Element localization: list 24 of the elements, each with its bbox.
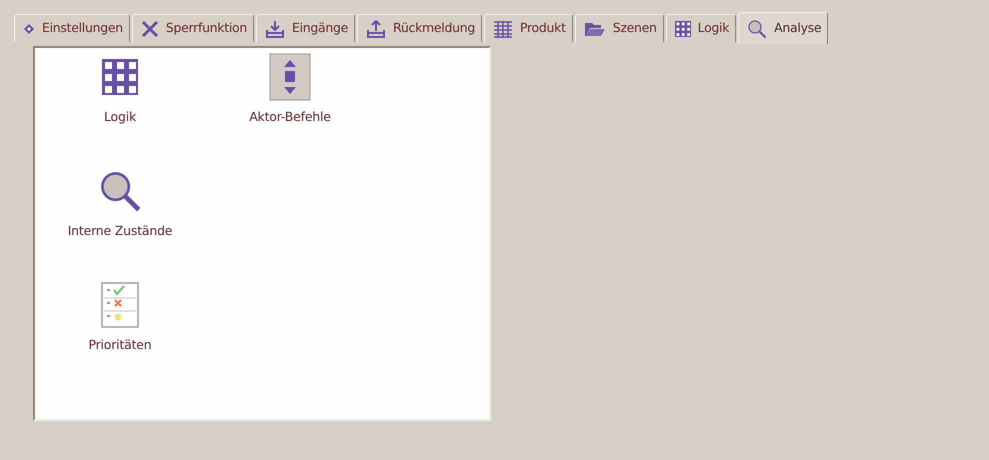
grid-icon [674, 20, 691, 36]
tab[interactable]: Eingänge [256, 14, 356, 42]
item-label[interactable]: Logik [104, 108, 136, 127]
item-label[interactable]: Prioritäten [88, 336, 152, 355]
tab[interactable]: Rückmeldung [357, 14, 482, 42]
folder-icon [584, 20, 606, 36]
mesh-icon [492, 20, 513, 38]
tab[interactable]: Einstellungen [14, 14, 130, 42]
cross-icon [140, 20, 159, 38]
item-label[interactable]: Aktor-Befehle [249, 108, 331, 127]
diamond-icon [23, 22, 35, 34]
tab[interactable]: Sperrfunktion [132, 14, 254, 42]
tray-up-icon [366, 20, 386, 38]
item-label[interactable]: Interne Zustände [68, 222, 172, 241]
checklist-icon [100, 281, 140, 329]
grid-icon [102, 59, 138, 95]
tab[interactable]: Logik [666, 14, 736, 42]
tab[interactable]: Szenen [574, 14, 664, 42]
magnifier-icon [747, 18, 768, 38]
tab[interactable]: Analyse [738, 12, 828, 44]
magnifier-icon [98, 169, 142, 213]
tray-down-icon [265, 20, 285, 38]
updown-arrows-icon [269, 53, 311, 101]
tab[interactable]: Produkt [484, 14, 573, 42]
